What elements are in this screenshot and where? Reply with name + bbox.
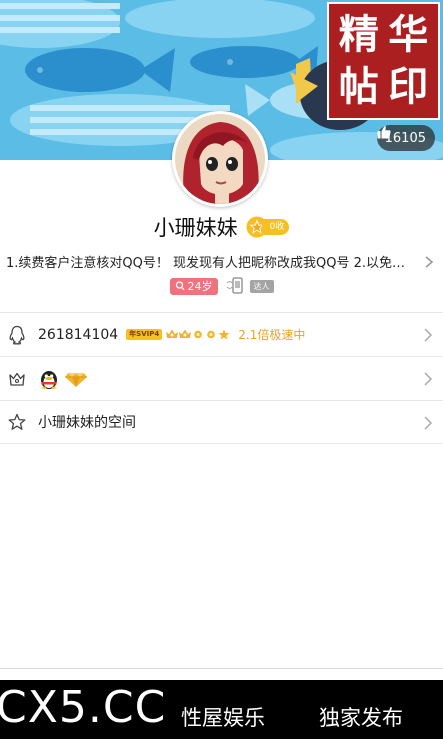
qq-number: 261814104 — [38, 326, 119, 343]
watermark-banner: CX5.CC 性屋娱乐 独家发布 — [0, 680, 443, 739]
qzone-row[interactable]: 小珊妹妹的空间 — [0, 400, 443, 444]
vip-level-badge[interactable]: 0收 — [246, 216, 290, 238]
age-text: 24岁 — [187, 280, 213, 293]
chevron-right-icon — [424, 416, 433, 430]
talent-badge[interactable]: 达人 — [226, 277, 274, 295]
bottom-divider — [0, 668, 443, 669]
penguin-icon — [0, 313, 34, 357]
gold-diamond-icon — [65, 372, 87, 387]
privilege-icons — [38, 368, 88, 390]
crown-outline-icon — [0, 357, 34, 401]
qzone-label: 小珊妹妹的空间 — [38, 415, 136, 431]
star-icon — [218, 329, 230, 340]
seal-char: 精 — [338, 11, 379, 58]
banner-right-text: 独家发布 — [319, 706, 403, 730]
speed-status: 2.1倍极速中 — [238, 328, 306, 342]
profile-info-list: 261814104 年SVIP4 2.1倍极速中 小珊妹妹的空间 — [0, 312, 443, 444]
phone-talent-icon — [226, 277, 243, 294]
nickname-row: 小珊妹妹 0收 — [0, 211, 443, 243]
avatar[interactable] — [172, 111, 268, 207]
vip-privileges-row[interactable] — [0, 356, 443, 400]
like-count: 16105 — [384, 130, 426, 146]
profile-tags: 24岁 达人 — [0, 276, 443, 296]
nickname: 小珊妹妹 — [153, 216, 238, 240]
thumbs-up-icon — [377, 126, 391, 139]
age-tag: 24岁 — [169, 277, 218, 295]
chevron-right-icon — [424, 372, 433, 386]
seal-char: 帖 — [338, 63, 379, 110]
qq-penguin-icon — [41, 370, 57, 389]
qq-number-row[interactable]: 261814104 年SVIP4 2.1倍极速中 — [0, 312, 443, 356]
talent-label: 达人 — [249, 279, 274, 293]
crown-icon — [179, 329, 192, 338]
chevron-right-icon — [424, 328, 433, 342]
sun-icon — [194, 330, 203, 339]
chevron-right-icon[interactable] — [423, 255, 435, 269]
site-watermark: CX5.CC — [0, 682, 167, 733]
svip-badge: 年SVIP4 — [126, 329, 163, 340]
crown-icon — [166, 329, 179, 338]
seal-char: 印 — [388, 63, 429, 110]
jinghua-seal-stamp: 精 华 帖 印 — [327, 2, 440, 120]
banner-left-text: 性屋娱乐 — [181, 706, 265, 730]
anime-girl-avatar-image — [175, 114, 265, 204]
star-outline-icon — [0, 400, 34, 444]
sun-icon — [207, 330, 216, 339]
female-symbol-icon — [175, 281, 184, 291]
signature-text[interactable]: 1.续费客户注意核对QQ号！ 现发现有人把昵称改成我QQ号 2.以免费... — [6, 252, 416, 272]
seal-char: 华 — [388, 11, 429, 58]
like-button[interactable]: 16105 — [376, 125, 435, 151]
vip-tag-text: 0收 — [261, 219, 290, 235]
vip-crown-level — [166, 329, 230, 340]
